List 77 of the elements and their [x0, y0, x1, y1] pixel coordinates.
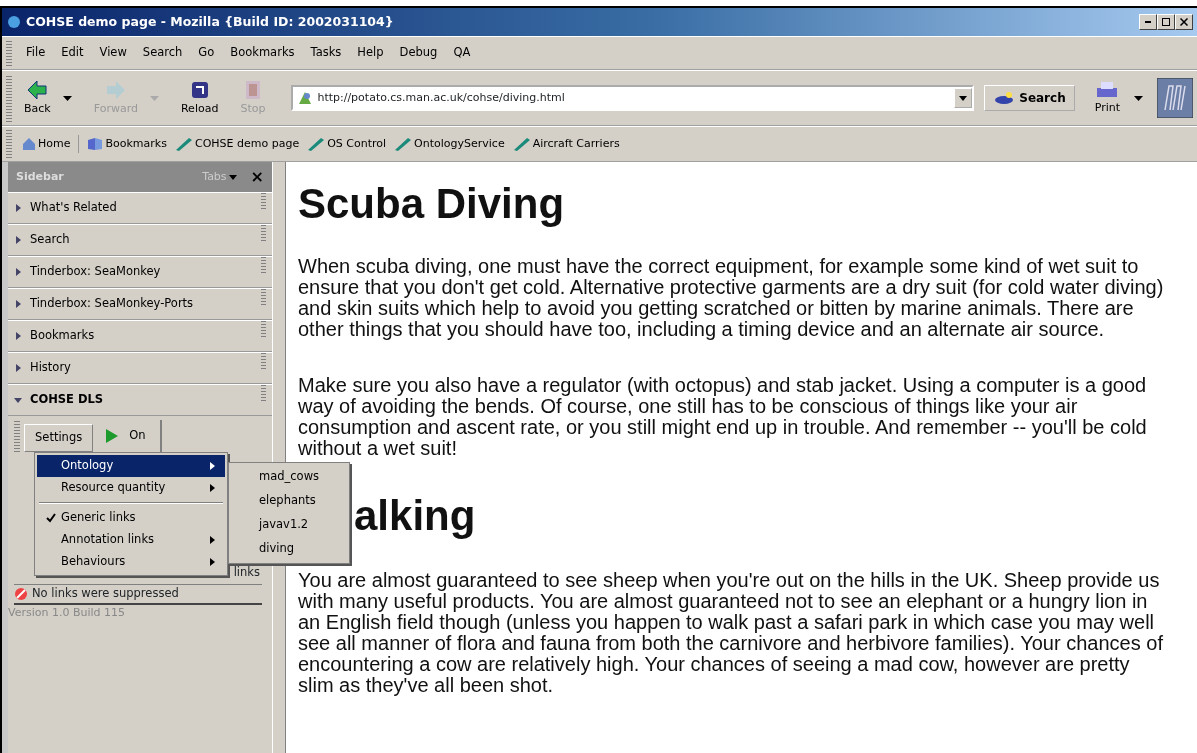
caret-icon: [228, 174, 237, 180]
maximize-button[interactable]: [1157, 14, 1175, 30]
status-text: No links were suppressed: [32, 585, 179, 603]
bookmark-button[interactable]: COHSE demo page: [170, 133, 304, 155]
search-icon: [993, 90, 1016, 106]
paragraph: Make sure you also have a regulator (with octopus) and stab jacket. Using a computer is a good way of avoiding the bends. Of course, one still has to be conscious of things like your air consumption and ascent rate, or you still might end up in trouble. And remember -- you'll be cold without a wet suit!: [298, 375, 1148, 459]
menu-item[interactable]: Resource quantity: [37, 477, 225, 499]
menu-item[interactable]: elephants: [231, 489, 347, 513]
paragraph: You are almost guaranteed to see sheep when you're out on the hills in the UK. Sheep provide us with many useful products. You are almost guaranteed not to see an elephant or a hungry lion in an English field though (unless you happen to walk past a safari park in which case you may well see all manner of flora and fauna from both the carnivore and herbivore families). Your chances of encountering a cow are relatively high. Your chances of seeing a mad cow, however are pretty slim as they've all been shot.: [298, 570, 1164, 696]
settings-button[interactable]: Settings: [24, 424, 94, 452]
page-icon: [297, 90, 314, 106]
close-button[interactable]: [1175, 14, 1193, 30]
submenu-arrow-icon: [210, 484, 215, 492]
close-icon: [1180, 18, 1188, 26]
sidebar-panel-header[interactable]: COHSE DLS: [8, 384, 272, 416]
paragraph: When scuba diving, one must have the correct equipment, for example some kind of wet suit to ensure that you don't get cold. Alternative protective garments are a dry suit (for cold water diving) and skin suits which help to avoid you getting scratched or bitten by marine animals. There are other things that you should have too, including a timing device and an alternate air source.: [298, 256, 1165, 340]
play-icon: [105, 428, 120, 444]
submenu-arrow-icon: [210, 462, 215, 470]
print-button[interactable]: Print: [1088, 77, 1126, 119]
minimize-icon: [1145, 21, 1151, 23]
search-button[interactable]: Search: [984, 85, 1075, 111]
caret-icon: [959, 95, 968, 101]
url-field[interactable]: http://potato.cs.man.ac.uk/cohse/diving.html: [291, 85, 975, 111]
section-heading: Scuba Diving: [298, 182, 566, 226]
version-text: Version 1.0 Build 115: [8, 605, 126, 621]
pen-icon: [394, 137, 413, 151]
back-button[interactable]: Back: [18, 76, 57, 120]
menu-item[interactable]: File: [18, 42, 54, 64]
sidebar-panel-header[interactable]: Bookmarks: [8, 320, 272, 352]
back-arrow-icon: [26, 78, 49, 101]
minimize-button[interactable]: [1139, 14, 1157, 30]
sidebar-panel-header[interactable]: What's Related: [8, 192, 272, 224]
caret-icon: [1134, 95, 1143, 101]
menu-item[interactable]: Help: [349, 42, 392, 64]
menu-item[interactable]: Annotation links: [37, 529, 225, 551]
menu-item[interactable]: Behaviours: [37, 551, 225, 573]
menu-item[interactable]: Go: [190, 42, 223, 64]
app-icon: [6, 14, 22, 30]
sidebar-panel-header[interactable]: Tinderbox: SeaMonkey: [8, 256, 272, 288]
printer-icon: [1095, 79, 1120, 100]
logo-icon: [1157, 78, 1193, 118]
menu-item[interactable]: Generic links: [37, 507, 225, 529]
pen-icon: [174, 137, 193, 151]
forward-arrow-icon: [104, 78, 127, 101]
menu-item[interactable]: Tasks: [302, 42, 350, 64]
submenu-arrow-icon: [210, 536, 215, 544]
window-title: COHSE demo page - Mozilla {Build ID: 2002031104}: [26, 12, 394, 31]
book-icon: [87, 137, 104, 151]
pen-icon: [512, 137, 531, 151]
sidebar-title: Sidebar: [16, 168, 64, 185]
bookmark-button[interactable]: OS Control: [303, 133, 391, 155]
reload-button[interactable]: Reload: [174, 76, 225, 120]
menu-item[interactable]: View: [91, 42, 135, 64]
sidebar-panel-header[interactable]: Tinderbox: SeaMonkey-Ports: [8, 288, 272, 320]
sidebar-panel-header[interactable]: Search: [8, 224, 272, 256]
bookmark-button[interactable]: Bookmarks: [83, 133, 171, 155]
menu-item[interactable]: Ontology: [37, 455, 225, 477]
pen-icon: [307, 137, 326, 151]
bookmark-button[interactable]: OntologyService: [390, 133, 509, 155]
menu-item[interactable]: mad_cows: [231, 465, 347, 489]
menu-item[interactable]: diving: [231, 537, 347, 561]
maximize-icon: [1162, 18, 1170, 26]
menu-item[interactable]: Edit: [53, 42, 92, 64]
no-entry-icon: [14, 587, 28, 601]
section-heading: alking: [354, 494, 477, 538]
menu-item[interactable]: javav1.2: [231, 513, 347, 537]
sidebar-panel-header[interactable]: History: [8, 352, 272, 384]
menu-item[interactable]: Search: [134, 42, 191, 64]
house-icon: [22, 137, 36, 151]
menu-item[interactable]: Debug: [391, 42, 446, 64]
bookmark-button[interactable]: Aircraft Carriers: [508, 133, 624, 155]
submenu-arrow-icon: [210, 558, 215, 566]
link-count-text: links: [233, 563, 260, 581]
menu-item[interactable]: QA: [445, 42, 479, 64]
close-sidebar-button[interactable]: ×: [250, 165, 264, 189]
menu-item[interactable]: Bookmarks: [222, 42, 303, 64]
home-button[interactable]: Home: [18, 133, 75, 155]
